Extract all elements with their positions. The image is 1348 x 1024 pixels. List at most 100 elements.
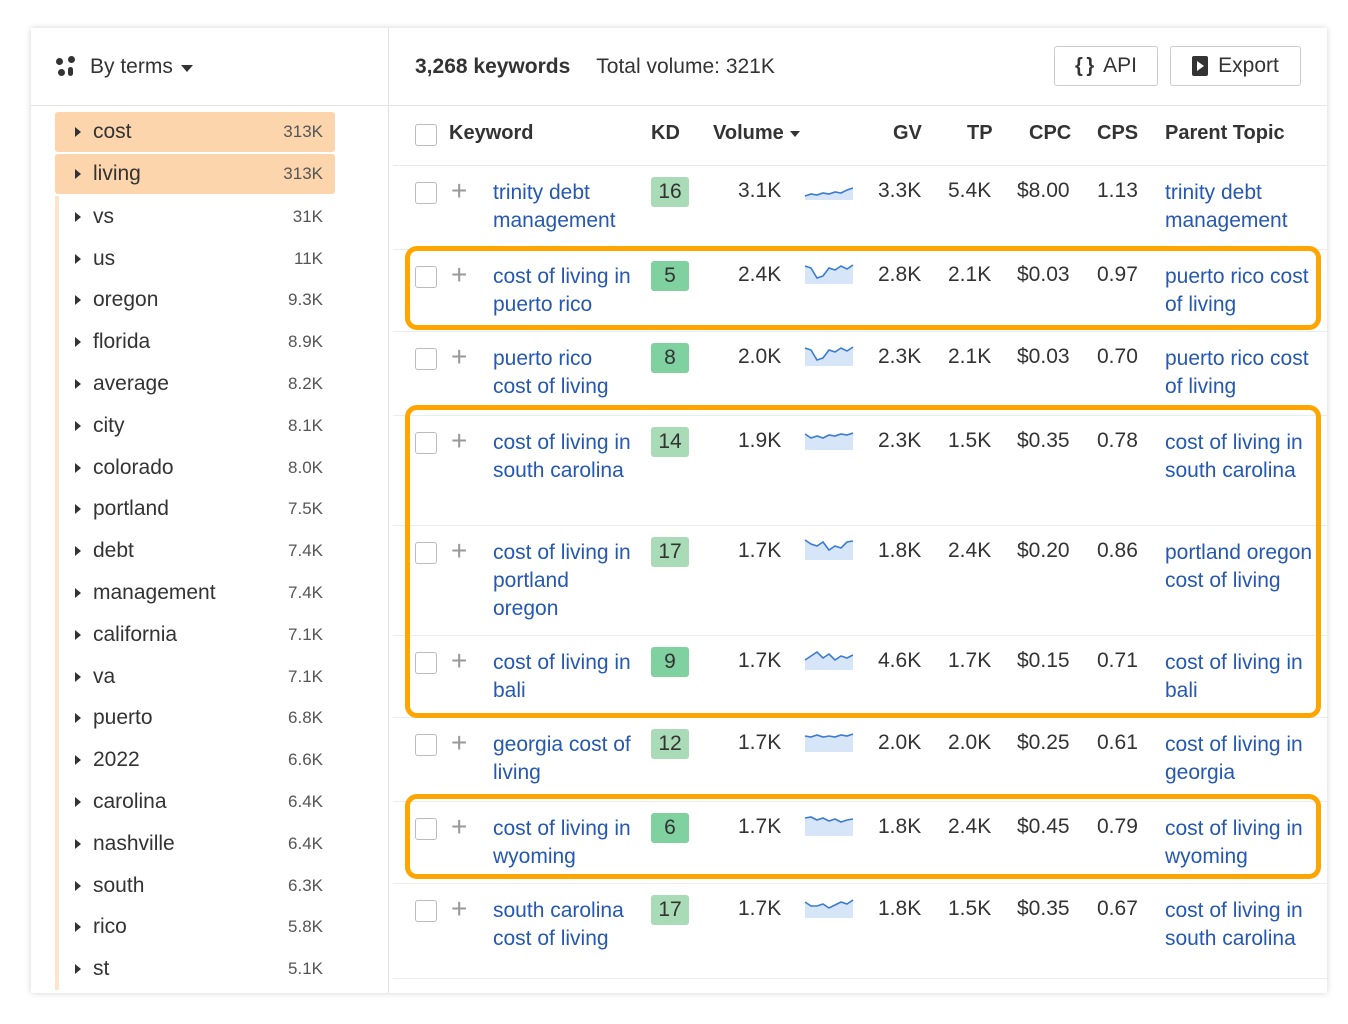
expand-caret-icon bbox=[75, 253, 81, 264]
parent-topic-link[interactable]: trinity debt management bbox=[1165, 179, 1327, 235]
term-item[interactable]: us 11K bbox=[55, 237, 335, 280]
add-to-list-icon[interactable]: + bbox=[451, 535, 467, 567]
row-checkbox[interactable] bbox=[415, 734, 437, 756]
traffic-potential-value: 2.4K bbox=[948, 815, 992, 838]
term-label: rico bbox=[93, 915, 127, 939]
parent-topic-link[interactable]: cost of living in bali bbox=[1165, 649, 1327, 705]
total-volume: Total volume: 321K bbox=[596, 54, 775, 78]
term-label: colorado bbox=[93, 455, 174, 479]
expand-caret-icon bbox=[75, 797, 81, 808]
row-checkbox[interactable] bbox=[415, 900, 437, 922]
export-button[interactable]: Export bbox=[1170, 46, 1301, 86]
add-to-list-icon[interactable]: + bbox=[451, 727, 467, 759]
header-cps[interactable]: CPS bbox=[1097, 122, 1138, 145]
add-to-list-icon[interactable]: + bbox=[451, 425, 467, 457]
term-item[interactable]: cost 313K bbox=[55, 112, 335, 152]
term-item[interactable]: rico 5.8K bbox=[55, 906, 335, 949]
traffic-potential-value: 2.1K bbox=[948, 345, 992, 368]
term-item[interactable]: living 313K bbox=[55, 154, 335, 194]
term-count: 7.4K bbox=[288, 541, 323, 561]
expand-caret-icon bbox=[75, 880, 81, 891]
header-keyword[interactable]: Keyword bbox=[449, 122, 533, 145]
terms-sidebar: By terms cost 313K living 313K vs 31K us 11K ore… bbox=[31, 28, 389, 993]
expand-caret-icon bbox=[75, 169, 81, 179]
term-item[interactable]: colorado 8.0K bbox=[55, 446, 335, 489]
header-parent-topic[interactable]: Parent Topic bbox=[1165, 122, 1285, 145]
group-by-dropdown[interactable]: By terms bbox=[31, 28, 389, 106]
term-item[interactable]: oregon 9.3K bbox=[55, 279, 335, 322]
term-label: vs bbox=[93, 204, 114, 228]
parent-topic-link[interactable]: cost of living in wyoming bbox=[1165, 815, 1327, 871]
header-volume[interactable]: Volume bbox=[713, 122, 800, 145]
parent-topic-link[interactable]: cost of living in georgia bbox=[1165, 731, 1327, 787]
volume-value: 1.7K bbox=[738, 897, 782, 920]
term-item[interactable]: management 7.4K bbox=[55, 572, 335, 614]
term-item[interactable]: florida 8.9K bbox=[55, 321, 335, 364]
add-to-list-icon[interactable]: + bbox=[451, 341, 467, 373]
term-item[interactable]: average 8.2K bbox=[55, 363, 335, 405]
sparkline-area bbox=[805, 900, 853, 918]
keywords-panel: By terms cost 313K living 313K vs 31K us 11K ore… bbox=[31, 28, 1327, 993]
keyword-link[interactable]: puerto rico cost of living bbox=[493, 345, 633, 401]
term-label: nashville bbox=[93, 831, 175, 855]
term-item[interactable]: va 7.1K bbox=[55, 655, 335, 698]
row-checkbox[interactable] bbox=[415, 348, 437, 370]
term-item[interactable]: st 5.1K bbox=[55, 948, 335, 991]
parent-topic-link[interactable]: puerto rico cost of living bbox=[1165, 345, 1327, 401]
parent-topic-link[interactable]: cost of living in south carolina bbox=[1165, 429, 1327, 485]
term-item[interactable]: 2022 6.6K bbox=[55, 739, 335, 782]
term-count: 6.4K bbox=[288, 833, 323, 853]
term-item[interactable]: carolina 6.4K bbox=[55, 781, 335, 823]
term-count: 8.1K bbox=[288, 415, 323, 435]
expand-caret-icon bbox=[75, 838, 81, 849]
header-gv[interactable]: GV bbox=[893, 122, 922, 145]
term-item[interactable]: portland 7.5K bbox=[55, 488, 335, 531]
term-item[interactable]: nashville 6.4K bbox=[55, 822, 335, 865]
global-volume-value: 1.8K bbox=[878, 539, 922, 562]
row-checkbox[interactable] bbox=[415, 542, 437, 564]
kd-badge: 16 bbox=[651, 177, 689, 207]
term-item[interactable]: california 7.1K bbox=[55, 613, 335, 656]
keyword-link[interactable]: south carolina cost of living bbox=[493, 897, 633, 953]
keyword-link[interactable]: cost of living in south carolina bbox=[493, 429, 633, 485]
add-to-list-icon[interactable]: + bbox=[451, 893, 467, 925]
keyword-link[interactable]: cost of living in portland oregon bbox=[493, 539, 633, 623]
header-tp[interactable]: TP bbox=[967, 122, 993, 145]
header-cpc[interactable]: CPC bbox=[1029, 122, 1071, 145]
row-checkbox[interactable] bbox=[415, 432, 437, 454]
term-label: florida bbox=[93, 330, 151, 354]
row-checkbox[interactable] bbox=[415, 182, 437, 204]
term-label: va bbox=[93, 664, 116, 688]
term-item[interactable]: city 8.1K bbox=[55, 404, 335, 447]
expand-caret-icon bbox=[75, 504, 81, 515]
term-label: california bbox=[93, 622, 178, 646]
header-kd[interactable]: KD bbox=[651, 122, 680, 145]
add-to-list-icon[interactable]: + bbox=[451, 811, 467, 843]
term-item[interactable]: vs 31K bbox=[55, 196, 335, 238]
keyword-link[interactable]: cost of living in bali bbox=[493, 649, 633, 705]
row-checkbox[interactable] bbox=[415, 266, 437, 288]
keyword-link[interactable]: trinity debt management bbox=[493, 179, 633, 235]
row-checkbox[interactable] bbox=[415, 818, 437, 840]
parent-topic-link[interactable]: puerto rico cost of living bbox=[1165, 263, 1327, 319]
cpc-value: $0.45 bbox=[1017, 815, 1070, 838]
keyword-link[interactable]: cost of living in wyoming bbox=[493, 815, 633, 871]
add-to-list-icon[interactable]: + bbox=[451, 175, 467, 207]
select-all-checkbox[interactable] bbox=[415, 124, 437, 146]
add-to-list-icon[interactable]: + bbox=[451, 259, 467, 291]
keyword-link[interactable]: georgia cost of living bbox=[493, 731, 633, 787]
keyword-link[interactable]: cost of living in puerto rico bbox=[493, 263, 633, 319]
row-checkbox[interactable] bbox=[415, 652, 437, 674]
term-count: 5.8K bbox=[288, 917, 323, 937]
term-item[interactable]: puerto 6.8K bbox=[55, 697, 335, 740]
traffic-potential-value: 1.7K bbox=[948, 649, 992, 672]
cps-value: 0.67 bbox=[1097, 897, 1138, 920]
parent-topic-link[interactable]: cost of living in south carolina bbox=[1165, 897, 1327, 953]
add-to-list-icon[interactable]: + bbox=[451, 645, 467, 677]
term-count: 6.6K bbox=[288, 750, 323, 770]
term-item[interactable]: south 6.3K bbox=[55, 864, 335, 907]
table-row: + cost of living in portland oregon 17 1.7K… bbox=[393, 526, 1327, 636]
parent-topic-link[interactable]: portland oregon cost of living bbox=[1165, 539, 1327, 595]
term-item[interactable]: debt 7.4K bbox=[55, 530, 335, 573]
api-button[interactable]: { } API bbox=[1054, 46, 1158, 86]
